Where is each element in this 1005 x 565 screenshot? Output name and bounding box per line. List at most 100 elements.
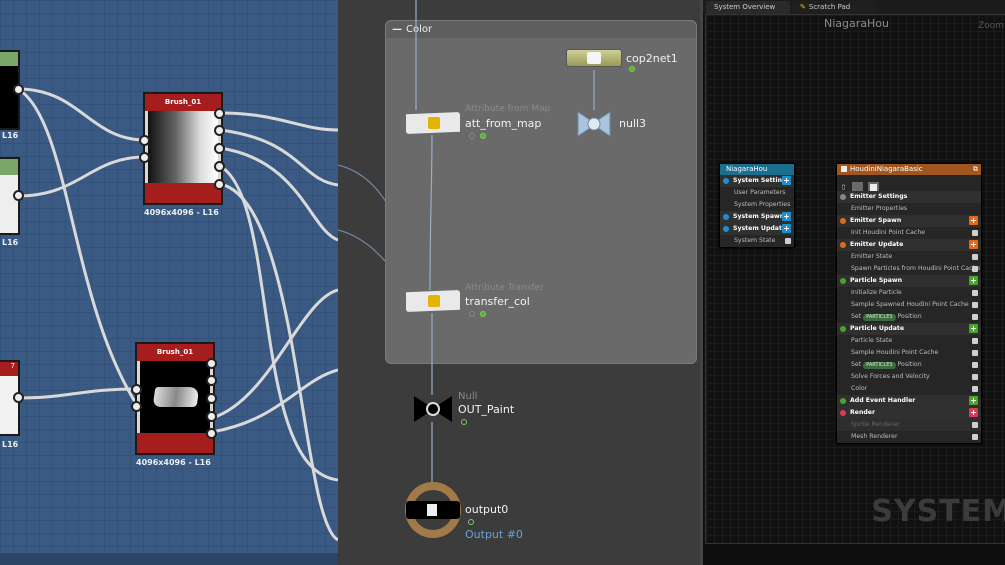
enable-checkbox[interactable]: [972, 302, 978, 308]
enable-checkbox[interactable]: [972, 230, 978, 236]
add-module-button[interactable]: +: [969, 324, 978, 333]
output0-node[interactable]: [404, 482, 462, 538]
tab-bar: System Overview ✎ Scratch Pad: [703, 0, 1005, 14]
output-port[interactable]: [206, 428, 217, 439]
row-label: Emitter Properties: [851, 205, 908, 212]
add-module-button[interactable]: +: [782, 212, 791, 221]
att-from-map-node[interactable]: [406, 112, 460, 134]
stack-module-row[interactable]: Color: [837, 383, 981, 395]
output-port[interactable]: [206, 358, 217, 369]
enable-checkbox[interactable]: [972, 266, 978, 272]
enable-checkbox[interactable]: [972, 338, 978, 344]
substance-graph-panel[interactable]: L16 L16 7 L16 Brush_01 4096x4096 - L16 B…: [0, 0, 338, 565]
stack-module-row[interactable]: Set PARTICLES Position: [837, 311, 981, 323]
stack-module-row[interactable]: Spawn Particles from Houdini Point Cache: [837, 263, 981, 275]
stack-section-header[interactable]: Add Event Handler +: [837, 395, 981, 407]
bypass-flag[interactable]: [469, 311, 475, 317]
enable-checkbox[interactable]: [972, 362, 978, 368]
stack-section-header[interactable]: Emitter Settings: [837, 191, 981, 203]
input-port[interactable]: [139, 135, 150, 146]
enable-checkbox[interactable]: [785, 238, 791, 244]
row-label: Set: [851, 313, 862, 320]
out-paint-node[interactable]: [412, 394, 454, 424]
enable-checkbox[interactable]: [972, 386, 978, 392]
output-port[interactable]: [214, 108, 225, 119]
stack-module-row[interactable]: Emitter State: [837, 251, 981, 263]
stack-module-row[interactable]: Set PARTICLES Position: [837, 359, 981, 371]
stack-module-row[interactable]: System State: [720, 235, 794, 247]
transfer-col-node[interactable]: [406, 290, 460, 312]
input-port[interactable]: [139, 152, 150, 163]
display-flag[interactable]: [480, 133, 486, 139]
module-icon: [840, 254, 846, 260]
enable-checkbox[interactable]: [972, 374, 978, 380]
stack-module-row[interactable]: Initialize Particle: [837, 287, 981, 299]
brush-node-1[interactable]: Brush_01: [143, 92, 223, 205]
display-flag[interactable]: [468, 519, 474, 525]
output-port[interactable]: [214, 179, 225, 190]
enable-checkbox[interactable]: [972, 434, 978, 440]
output-port[interactable]: [214, 125, 225, 136]
system-overview-graph[interactable]: NiagaraHou Zoom SYSTEM NiagaraHou System…: [705, 14, 1005, 544]
stack-module-row[interactable]: System Properties: [720, 199, 794, 211]
stack-section-header[interactable]: Render +: [837, 407, 981, 419]
stack-module-row[interactable]: User Parameters: [720, 187, 794, 199]
display-flag[interactable]: [629, 66, 635, 72]
tab-scratch-pad[interactable]: ✎ Scratch Pad: [792, 1, 876, 14]
emitter-node[interactable]: HoudiniNiagaraBasic ⧉ ⇧ Emitter Settings…: [836, 163, 982, 444]
stack-module-row[interactable]: Solve Forces and Velocity: [837, 371, 981, 383]
display-flag[interactable]: [461, 419, 467, 425]
stack-section-header[interactable]: Particle Update +: [837, 323, 981, 335]
transfer-col-label: transfer_col: [465, 295, 530, 308]
enable-checkbox[interactable]: [972, 254, 978, 260]
add-module-button[interactable]: +: [969, 216, 978, 225]
output-port[interactable]: [13, 190, 24, 201]
stack-module-row[interactable]: Sprite Renderer: [837, 419, 981, 431]
input-port[interactable]: [131, 401, 142, 412]
output-port[interactable]: [214, 143, 225, 154]
tab-system-overview[interactable]: System Overview: [706, 1, 790, 14]
stack-section-header[interactable]: Particle Spawn +: [837, 275, 981, 287]
display-flag[interactable]: [480, 311, 486, 317]
row-label-suffix: Position: [897, 313, 922, 320]
niagara-editor-panel[interactable]: System Overview ✎ Scratch Pad NiagaraHou …: [700, 0, 1005, 565]
output-port[interactable]: [214, 161, 225, 172]
add-module-button[interactable]: +: [782, 224, 791, 233]
stack-module-row[interactable]: Emitter Properties: [837, 203, 981, 215]
enable-checkbox[interactable]: [972, 422, 978, 428]
add-module-button[interactable]: +: [969, 408, 978, 417]
stack-section-header[interactable]: Emitter Update +: [837, 239, 981, 251]
output-port[interactable]: [13, 84, 24, 95]
stack-module-row[interactable]: Init Houdini Point Cache: [837, 227, 981, 239]
stack-section-header[interactable]: System Settings +: [720, 175, 794, 187]
stack-section-header[interactable]: Emitter Spawn +: [837, 215, 981, 227]
null3-node[interactable]: [574, 108, 614, 140]
output-port[interactable]: [206, 411, 217, 422]
add-module-button[interactable]: +: [969, 276, 978, 285]
stack-section-header[interactable]: System Update +: [720, 223, 794, 235]
enable-checkbox[interactable]: [841, 166, 847, 172]
output-port[interactable]: [13, 392, 24, 403]
module-icon: [840, 434, 846, 440]
stack-module-row[interactable]: Mesh Renderer: [837, 431, 981, 443]
stack-section-header[interactable]: System Spawn +: [720, 211, 794, 223]
add-module-button[interactable]: +: [969, 396, 978, 405]
stack-module-row[interactable]: Sample Houdini Point Cache: [837, 347, 981, 359]
enable-checkbox[interactable]: [972, 314, 978, 320]
houdini-network-panel[interactable]: — Color cop2net1 null3 Attribute from Map…: [338, 0, 700, 565]
bypass-flag[interactable]: [469, 133, 475, 139]
system-node[interactable]: NiagaraHou System Settings + User Paramete…: [719, 163, 795, 248]
enable-checkbox[interactable]: [972, 350, 978, 356]
cop2net-node[interactable]: [566, 49, 622, 67]
namespace-pill: PARTICLES: [863, 314, 896, 321]
open-external-icon[interactable]: ⧉: [973, 164, 978, 175]
output-port[interactable]: [206, 375, 217, 386]
brush-node-2[interactable]: Brush_01: [135, 342, 215, 455]
output-port[interactable]: [206, 393, 217, 404]
enable-checkbox[interactable]: [972, 290, 978, 296]
add-module-button[interactable]: +: [969, 240, 978, 249]
input-port[interactable]: [131, 384, 142, 395]
stack-module-row[interactable]: Particle State: [837, 335, 981, 347]
stack-module-row[interactable]: Sample Spawned Houdini Point Cache: [837, 299, 981, 311]
add-module-button[interactable]: +: [782, 176, 791, 185]
